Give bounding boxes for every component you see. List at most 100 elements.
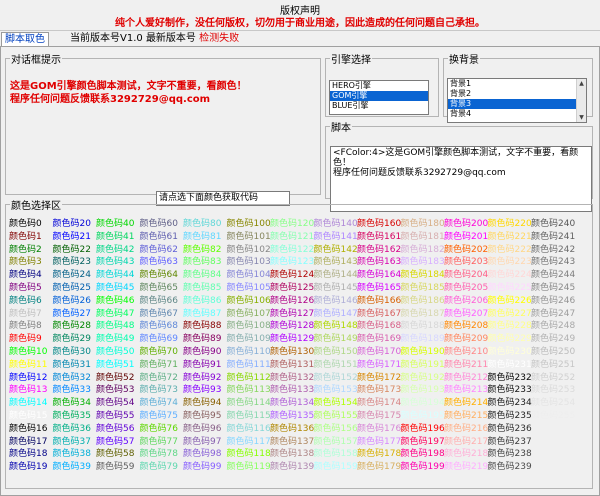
color-code-item[interactable]: 颜色码212 <box>444 373 488 384</box>
color-code-item[interactable]: 颜色码17 <box>9 437 47 448</box>
color-code-item[interactable]: 颜色码41 <box>96 232 134 243</box>
color-code-item[interactable]: 颜色码244 <box>531 270 575 281</box>
color-code-item[interactable]: 颜色码45 <box>96 283 134 294</box>
engine-option-selected[interactable]: GOM引擎 <box>330 91 428 101</box>
color-code-item[interactable]: 颜色码1 <box>9 232 42 243</box>
color-code-item[interactable]: 颜色码182 <box>401 245 445 256</box>
color-code-item[interactable]: 颜色码84 <box>183 270 221 281</box>
background-scrollbar[interactable]: ▲ ▼ <box>576 79 586 122</box>
color-code-item[interactable]: 颜色码186 <box>401 296 445 307</box>
color-code-item[interactable]: 颜色码135 <box>270 411 314 422</box>
color-code-item[interactable]: 颜色码6 <box>9 296 42 307</box>
color-code-item[interactable]: 颜色码77 <box>140 437 178 448</box>
color-code-item[interactable]: 颜色码154 <box>314 398 358 409</box>
color-code-item[interactable]: 颜色码131 <box>270 360 314 371</box>
color-code-item[interactable]: 颜色码92 <box>183 373 221 384</box>
color-code-item[interactable]: 颜色码34 <box>53 398 91 409</box>
color-code-item[interactable]: 颜色码246 <box>531 296 575 307</box>
color-code-item[interactable]: 颜色码164 <box>357 270 401 281</box>
color-code-item[interactable]: 颜色码47 <box>96 309 134 320</box>
color-code-item[interactable]: 颜色码28 <box>53 321 91 332</box>
color-code-item[interactable]: 颜色码222 <box>488 245 532 256</box>
color-code-item[interactable]: 颜色码113 <box>227 385 271 396</box>
color-code-item[interactable]: 颜色码149 <box>314 334 358 345</box>
color-code-item[interactable]: 颜色码35 <box>53 411 91 422</box>
color-code-item[interactable]: 颜色码16 <box>9 424 47 435</box>
color-code-item[interactable]: 颜色码53 <box>96 385 134 396</box>
color-code-item[interactable]: 颜色码83 <box>183 257 221 268</box>
color-code-item[interactable]: 颜色码93 <box>183 385 221 396</box>
color-code-item[interactable]: 颜色码86 <box>183 296 221 307</box>
color-code-item[interactable]: 颜色码43 <box>96 257 134 268</box>
color-code-item[interactable]: 颜色码125 <box>270 283 314 294</box>
color-code-item[interactable]: 颜色码108 <box>227 321 271 332</box>
color-code-item[interactable]: 颜色码181 <box>401 232 445 243</box>
color-code-item[interactable]: 颜色码85 <box>183 283 221 294</box>
color-code-item[interactable]: 颜色码103 <box>227 257 271 268</box>
color-code-item[interactable]: 颜色码217 <box>444 437 488 448</box>
color-code-item[interactable]: 颜色码233 <box>488 385 532 396</box>
color-code-item[interactable]: 颜色码130 <box>270 347 314 358</box>
color-code-item[interactable]: 颜色码115 <box>227 411 271 422</box>
color-code-item[interactable]: 颜色码141 <box>314 232 358 243</box>
color-code-item[interactable]: 颜色码74 <box>140 398 178 409</box>
color-code-item[interactable]: 颜色码68 <box>140 321 178 332</box>
color-code-item[interactable]: 颜色码13 <box>9 385 47 396</box>
color-code-item[interactable]: 颜色码248 <box>531 321 575 332</box>
color-code-item[interactable]: 颜色码150 <box>314 347 358 358</box>
color-code-item[interactable]: 颜色码173 <box>357 385 401 396</box>
color-code-item[interactable]: 颜色码146 <box>314 296 358 307</box>
color-code-item[interactable]: 颜色码129 <box>270 334 314 345</box>
color-code-item[interactable]: 颜色码137 <box>270 437 314 448</box>
color-code-item[interactable]: 颜色码26 <box>53 296 91 307</box>
color-code-item[interactable]: 颜色码24 <box>53 270 91 281</box>
color-code-item[interactable]: 颜色码191 <box>401 360 445 371</box>
color-code-item[interactable]: 颜色码206 <box>444 296 488 307</box>
color-code-item[interactable]: 颜色码57 <box>96 437 134 448</box>
color-code-item[interactable]: 颜色码81 <box>183 232 221 243</box>
color-code-item[interactable]: 颜色码25 <box>53 283 91 294</box>
color-code-item[interactable]: 颜色码188 <box>401 321 445 332</box>
color-code-item[interactable]: 颜色码241 <box>531 232 575 243</box>
color-code-item[interactable]: 颜色码105 <box>227 283 271 294</box>
color-code-item[interactable]: 颜色码51 <box>96 360 134 371</box>
color-code-item[interactable]: 颜色码197 <box>401 437 445 448</box>
color-code-item[interactable]: 颜色码40 <box>96 219 134 230</box>
color-code-item[interactable]: 颜色码127 <box>270 309 314 320</box>
color-code-item[interactable]: 颜色码153 <box>314 385 358 396</box>
color-code-item[interactable]: 颜色码119 <box>227 462 271 473</box>
color-code-item[interactable]: 颜色码223 <box>488 257 532 268</box>
color-code-item[interactable]: 颜色码46 <box>96 296 134 307</box>
color-code-item[interactable]: 颜色码190 <box>401 347 445 358</box>
color-code-item[interactable]: 颜色码200 <box>444 219 488 230</box>
color-code-item[interactable]: 颜色码185 <box>401 283 445 294</box>
color-code-item[interactable]: 颜色码195 <box>401 411 445 422</box>
color-code-item[interactable]: 颜色码90 <box>183 347 221 358</box>
color-code-item[interactable]: 颜色码204 <box>444 270 488 281</box>
color-code-item[interactable]: 颜色码184 <box>401 270 445 281</box>
color-code-item[interactable]: 颜色码214 <box>444 398 488 409</box>
color-code-item[interactable]: 颜色码96 <box>183 424 221 435</box>
color-code-item[interactable]: 颜色码225 <box>488 283 532 294</box>
color-code-item[interactable]: 颜色码235 <box>488 411 532 422</box>
color-code-item[interactable]: 颜色码179 <box>357 462 401 473</box>
color-code-item[interactable]: 颜色码247 <box>531 309 575 320</box>
color-code-item[interactable]: 颜色码10 <box>9 347 47 358</box>
color-code-item[interactable]: 颜色码224 <box>488 270 532 281</box>
color-code-item[interactable]: 颜色码9 <box>9 334 42 345</box>
color-code-item[interactable]: 颜色码78 <box>140 449 178 460</box>
color-code-item[interactable]: 颜色码33 <box>53 385 91 396</box>
color-code-item[interactable]: 颜色码50 <box>96 347 134 358</box>
color-code-item[interactable]: 颜色码171 <box>357 360 401 371</box>
color-code-item[interactable]: 颜色码205 <box>444 283 488 294</box>
color-code-item[interactable]: 颜色码30 <box>53 347 91 358</box>
color-code-item[interactable]: 颜色码211 <box>444 360 488 371</box>
color-code-item[interactable]: 颜色码133 <box>270 385 314 396</box>
color-code-item[interactable]: 颜色码99 <box>183 462 221 473</box>
color-code-item[interactable]: 颜色码165 <box>357 283 401 294</box>
color-code-item[interactable]: 颜色码237 <box>488 437 532 448</box>
color-code-item[interactable]: 颜色码39 <box>53 462 91 473</box>
color-code-item[interactable]: 颜色码4 <box>9 270 42 281</box>
color-code-item[interactable]: 颜色码152 <box>314 373 358 384</box>
color-code-item[interactable]: 颜色码242 <box>531 245 575 256</box>
